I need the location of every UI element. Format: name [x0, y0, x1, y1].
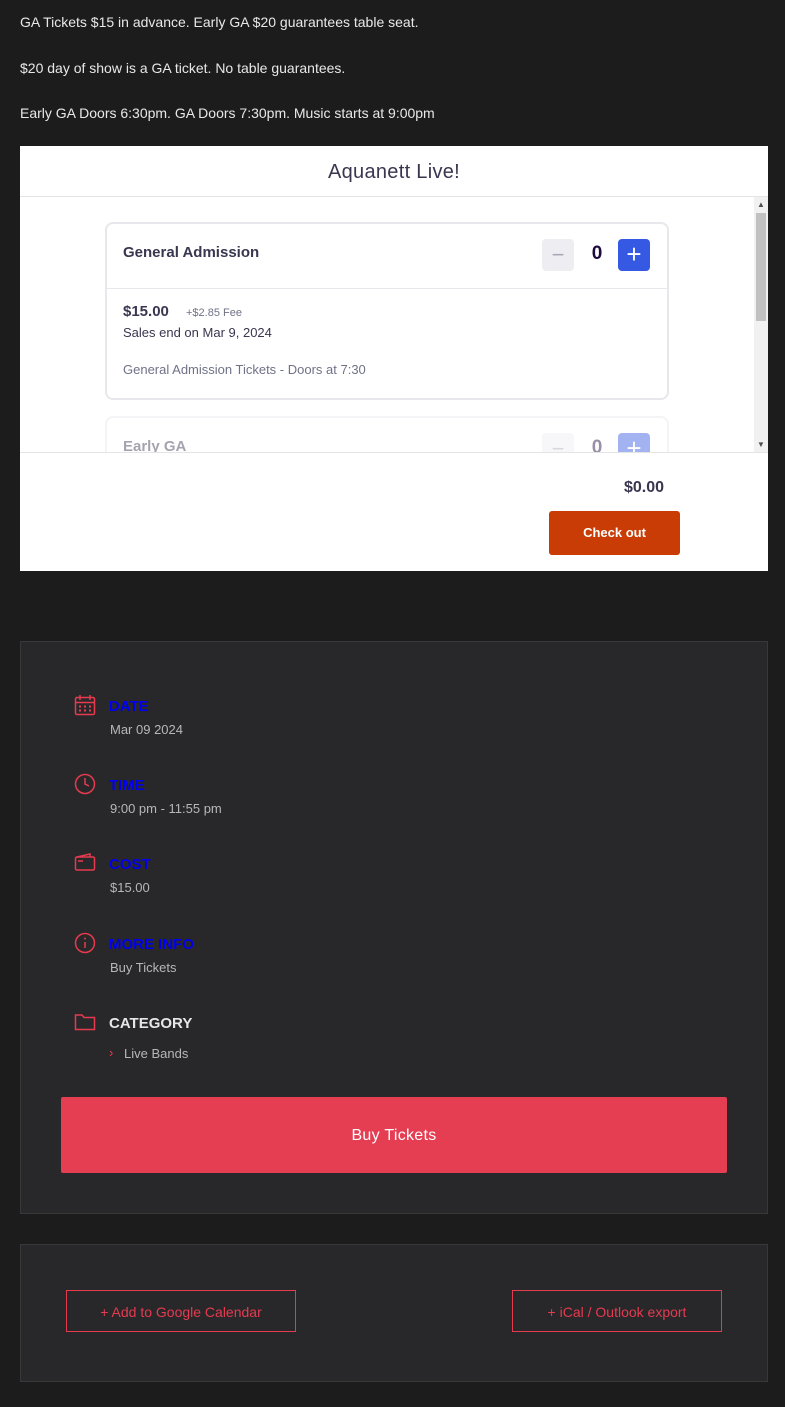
increase-quantity-button[interactable]: + — [618, 433, 650, 452]
order-total: $0.00 — [623, 479, 664, 496]
info-icon — [74, 932, 96, 954]
buy-tickets-button[interactable]: Buy Tickets — [61, 1097, 727, 1173]
description-line: $20 day of show is a GA ticket. No table… — [20, 60, 346, 76]
cost-value: $15.00 — [110, 880, 150, 895]
widget-title: Aquanett Live! — [20, 146, 768, 197]
ticket-fee: +$2.85 Fee — [186, 307, 242, 319]
wallet-icon — [74, 853, 96, 871]
cost-label[interactable]: COST — [109, 856, 151, 873]
calendar-icon — [74, 695, 96, 716]
ticket-quantity: 0 — [591, 243, 603, 264]
time-label[interactable]: TIME — [109, 777, 145, 794]
decrease-quantity-button[interactable]: − — [542, 433, 574, 452]
ticket-card: Early GA − 0 + — [105, 416, 669, 452]
category-link[interactable]: Live Bands — [124, 1046, 188, 1061]
ticket-card-header: Early GA − 0 + — [107, 418, 667, 452]
ticket-list-scrollbar[interactable]: ▲ ▼ — [754, 197, 768, 452]
ticket-price: $15.00 — [123, 303, 169, 320]
chevron-right-icon: › — [109, 1045, 114, 1060]
ticket-list[interactable]: General Admission − 0 + $15.00 +$2.85 Fe… — [20, 197, 768, 452]
decrease-quantity-button[interactable]: − — [542, 239, 574, 271]
add-to-google-calendar-button[interactable]: + Add to Google Calendar — [66, 1290, 296, 1332]
event-details-panel: DATE Mar 09 2024 TIME 9:00 pm - 11:55 pm… — [20, 641, 768, 1214]
time-value: 9:00 pm - 11:55 pm — [110, 801, 222, 816]
ticket-quantity: 0 — [591, 437, 603, 452]
ical-outlook-export-button[interactable]: + iCal / Outlook export — [512, 1290, 722, 1332]
ticket-widget: Aquanett Live! General Admission − 0 + $… — [20, 146, 768, 571]
ticket-description: General Admission Tickets - Doors at 7:3… — [123, 362, 366, 377]
ticket-card: General Admission − 0 + $15.00 +$2.85 Fe… — [105, 222, 669, 400]
scrollbar-thumb[interactable] — [756, 213, 766, 321]
sales-end: Sales end on Mar 9, 2024 — [123, 325, 272, 340]
scroll-up-arrow-icon[interactable]: ▲ — [757, 201, 765, 209]
more-info-value[interactable]: Buy Tickets — [110, 960, 176, 975]
calendar-export-panel: + Add to Google Calendar + iCal / Outloo… — [20, 1244, 768, 1382]
clock-icon — [74, 773, 96, 795]
checkout-button[interactable]: Check out — [549, 511, 680, 555]
scroll-down-arrow-icon[interactable]: ▼ — [757, 441, 765, 449]
checkout-footer: $0.00 Check out — [20, 452, 768, 572]
ticket-name: Early GA — [123, 438, 187, 452]
ticket-name: General Admission — [123, 244, 260, 261]
date-value: Mar 09 2024 — [110, 722, 183, 737]
description-line: GA Tickets $15 in advance. Early GA $20 … — [20, 14, 419, 30]
date-label[interactable]: DATE — [109, 698, 149, 715]
ticket-card-header: General Admission − 0 + — [107, 224, 667, 289]
folder-icon — [74, 1014, 96, 1031]
description-line: Early GA Doors 6:30pm. GA Doors 7:30pm. … — [20, 105, 435, 121]
increase-quantity-button[interactable]: + — [618, 239, 650, 271]
more-info-label[interactable]: MORE INFO — [109, 936, 194, 953]
category-label: CATEGORY — [109, 1015, 193, 1032]
